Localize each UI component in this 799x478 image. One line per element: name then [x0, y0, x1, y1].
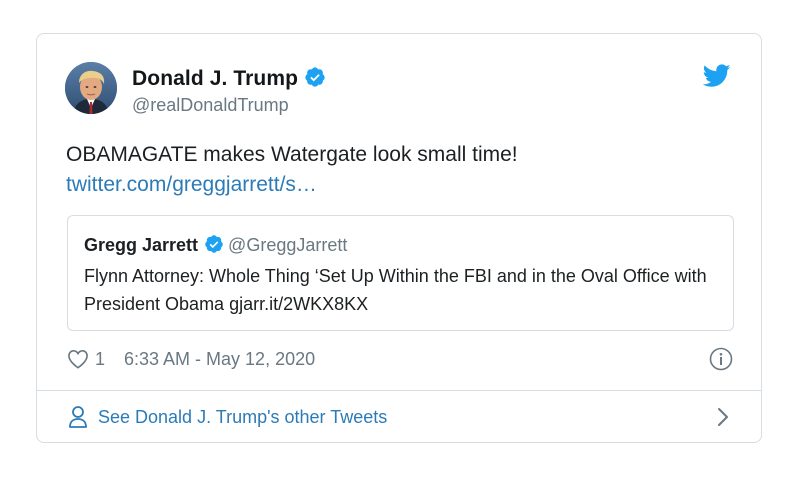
verified-badge-icon	[204, 234, 224, 259]
verified-badge-icon	[304, 66, 326, 94]
avatar-image	[65, 62, 117, 114]
like-count[interactable]: 1	[95, 349, 105, 370]
tweet-timestamp[interactable]: 6:33 AM - May 12, 2020	[124, 349, 315, 370]
footer-divider	[37, 390, 761, 391]
quoted-tweet-text: Flynn Attorney: Whole Thing ‘Set Up With…	[84, 266, 707, 314]
author-handle[interactable]: @realDonaldTrump	[132, 95, 289, 116]
heart-icon[interactable]	[67, 349, 89, 369]
author-name-row[interactable]: Donald J. Trump	[132, 66, 326, 94]
tweet-card: Donald J. Trump @realDonaldTrump OBAMAGA…	[36, 33, 762, 443]
chevron-right-icon[interactable]	[717, 407, 729, 427]
author-name[interactable]: Donald J. Trump	[132, 67, 298, 90]
tweet-link[interactable]: twitter.com/greggjarrett/s…	[66, 170, 733, 200]
quoted-tweet[interactable]: Gregg Jarrett @GreggJarrett Flynn Attorn…	[67, 215, 734, 331]
quoted-tweet-header: Gregg Jarrett @GreggJarrett	[84, 234, 347, 259]
author-avatar[interactable]	[65, 62, 117, 114]
tweet-text: OBAMAGATE makes Watergate look small tim…	[66, 143, 518, 166]
see-other-tweets-link[interactable]: See Donald J. Trump's other Tweets	[66, 404, 733, 432]
info-icon[interactable]	[709, 347, 733, 371]
quoted-author-name: Gregg Jarrett	[84, 235, 199, 255]
tweet-body: OBAMAGATE makes Watergate look small tim…	[66, 140, 733, 200]
tweet-meta: 1 6:33 AM - May 12, 2020	[66, 347, 733, 373]
person-icon	[68, 405, 88, 429]
twitter-bird-icon[interactable]	[702, 64, 731, 88]
quoted-author-handle: @GreggJarrett	[228, 235, 348, 255]
tweet-header: Donald J. Trump @realDonaldTrump	[65, 62, 733, 118]
see-other-tweets-label[interactable]: See Donald J. Trump's other Tweets	[98, 407, 387, 428]
